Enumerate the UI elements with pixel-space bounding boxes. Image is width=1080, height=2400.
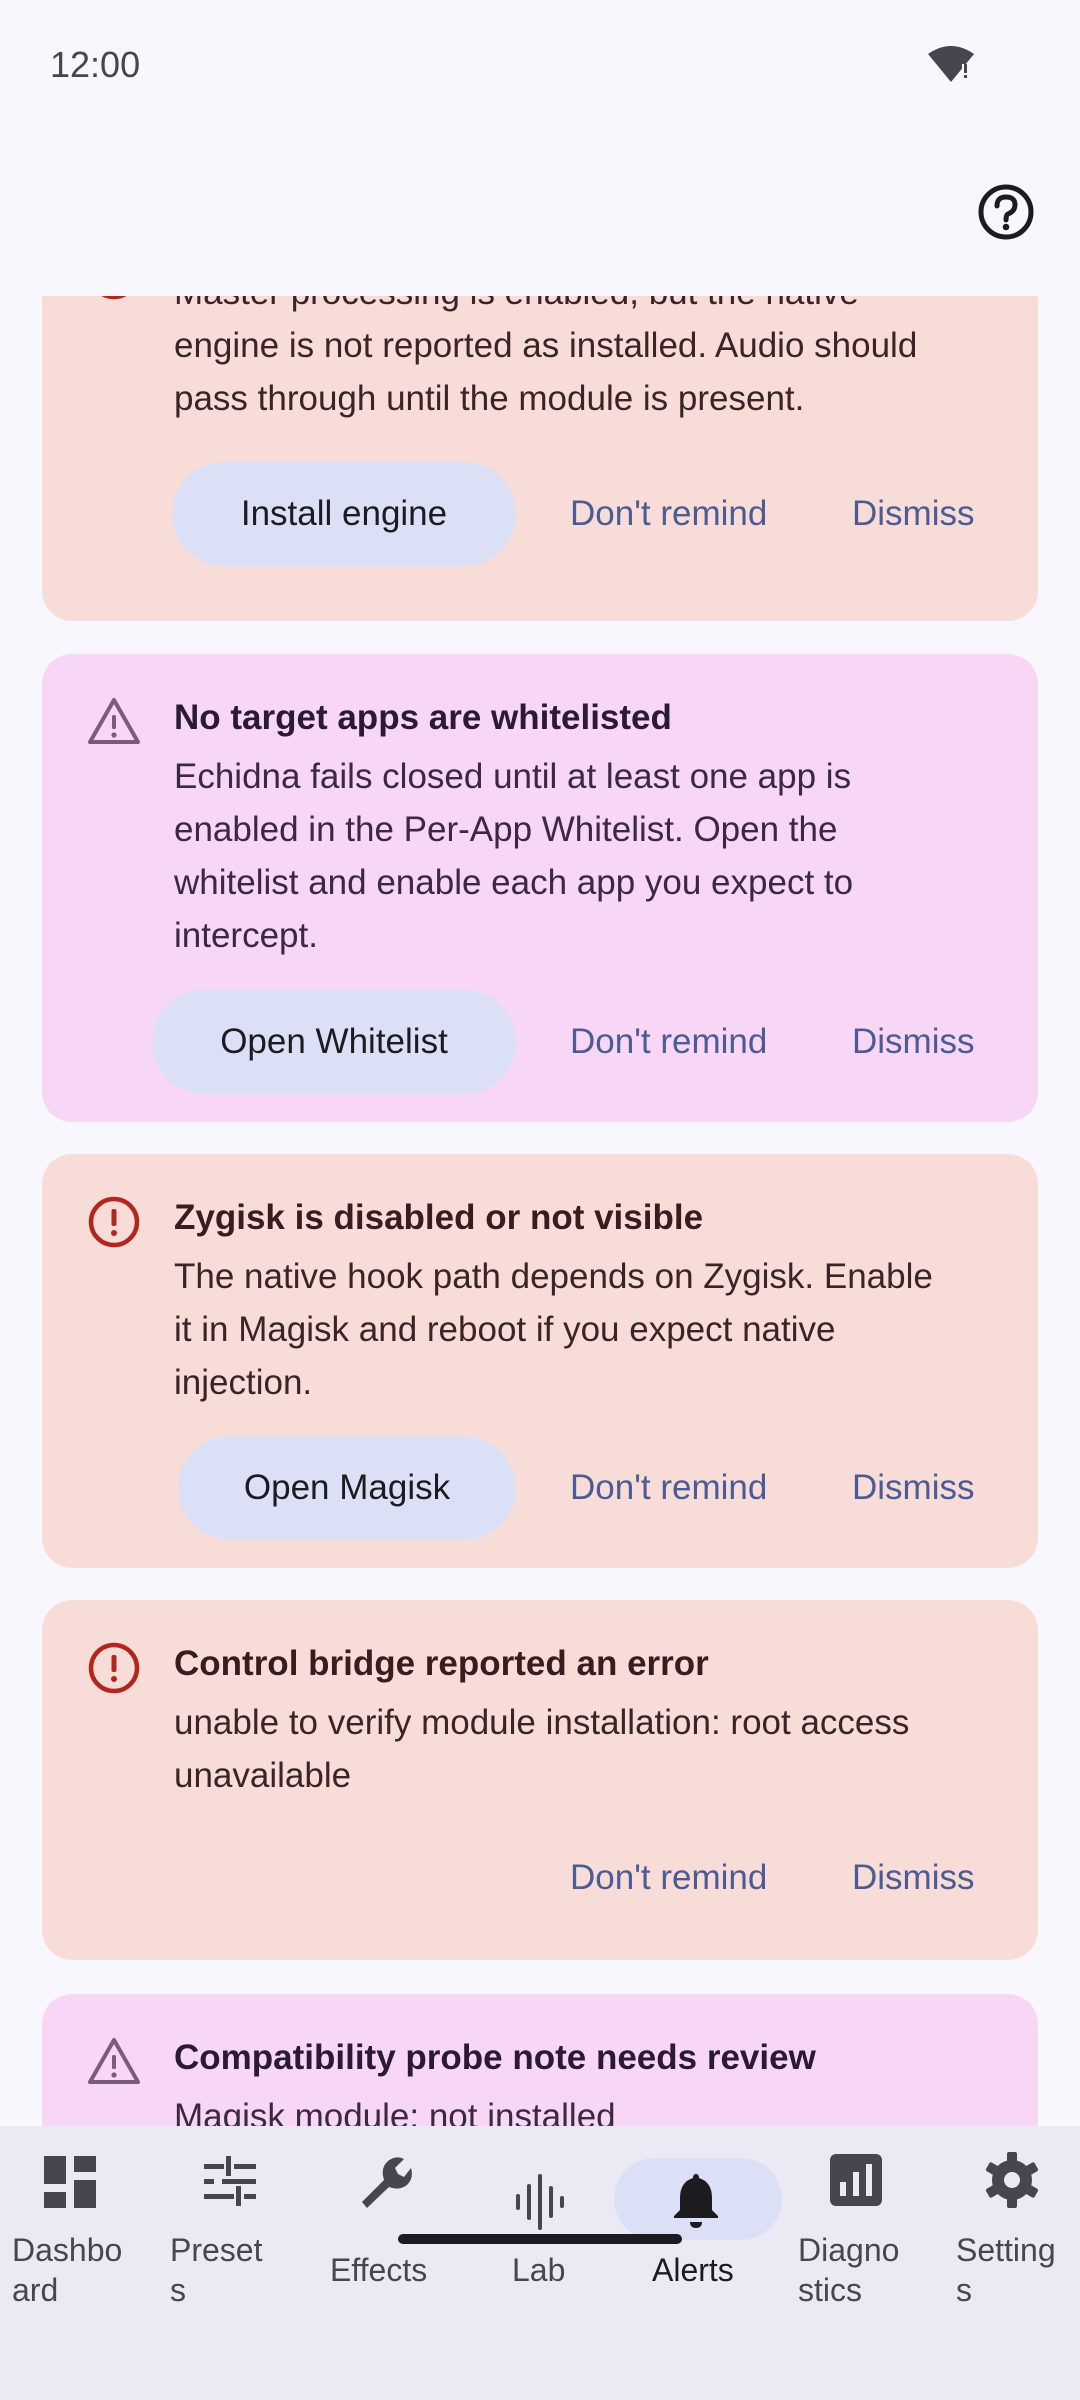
dont-remind-button[interactable]: Don't remind — [570, 1858, 767, 1898]
dont-remind-button[interactable]: Don't remind — [570, 1022, 767, 1062]
presets-sliders-icon — [204, 2156, 256, 2206]
gear-icon — [985, 2152, 1039, 2208]
alert-title: Zygisk is disabled or not visible — [174, 1198, 704, 1237]
dismiss-button[interactable]: Dismiss — [852, 1858, 974, 1898]
dismiss-button[interactable]: Dismiss — [852, 494, 974, 534]
home-indicator[interactable] — [398, 2234, 682, 2244]
alert-card-control-bridge: Control bridge reported an error unable … — [42, 1600, 1038, 1960]
warning-icon — [88, 698, 140, 744]
alert-card-engine-missing: Master processing is enabled, but the na… — [42, 296, 1038, 621]
warning-icon — [88, 2038, 140, 2084]
alert-title: No target apps are whitelisted — [174, 698, 672, 737]
wifi-icon — [928, 46, 974, 82]
nav-label: Diagno stics — [798, 2232, 900, 2308]
alert-card-zygisk: Zygisk is disabled or not visible The na… — [42, 1154, 1038, 1568]
nav-item-lab[interactable]: Lab — [462, 2126, 616, 2326]
help-icon[interactable] — [976, 182, 1036, 242]
dont-remind-button[interactable]: Don't remind — [570, 1468, 767, 1508]
nav-label: Lab — [512, 2252, 566, 2288]
nav-item-diagnostics[interactable]: Diagno stics — [770, 2126, 924, 2326]
alert-title: Compatibility probe note needs review — [174, 2038, 816, 2077]
alert-card-whitelist: No target apps are whitelisted Echidna f… — [42, 654, 1038, 1122]
open-whitelist-button[interactable]: Open Whitelist — [152, 990, 516, 1094]
nav-item-alerts[interactable]: Alerts — [616, 2126, 770, 2326]
error-icon — [101, 296, 127, 300]
alert-body: Magisk module: not installed — [174, 2097, 616, 2126]
alert-body: Master processing is enabled, but the na… — [174, 296, 918, 418]
nav-item-settings[interactable]: Setting s — [924, 2126, 1078, 2326]
bell-icon — [674, 2174, 718, 2228]
nav-label: Alerts — [652, 2252, 734, 2288]
bottom-navigation: Dashbo ard Preset s Effects Lab Alerts D… — [0, 2126, 1080, 2400]
status-bar: 12:00 — [0, 0, 1080, 130]
alert-body: Echidna fails closed until at least one … — [174, 757, 854, 955]
nav-label: Setting s — [956, 2232, 1056, 2308]
waveform-icon — [516, 2174, 564, 2230]
error-icon — [88, 1642, 140, 1694]
nav-label: Effects — [330, 2252, 428, 2288]
wrench-icon — [362, 2157, 412, 2208]
error-icon — [88, 1196, 140, 1248]
nav-item-presets[interactable]: Preset s — [154, 2126, 308, 2326]
alert-card-compat-probe: Compatibility probe note needs review Ma… — [42, 1994, 1038, 2126]
alert-body: The native hook path depends on Zygisk. … — [174, 1257, 933, 1402]
open-magisk-button[interactable]: Open Magisk — [178, 1436, 516, 1540]
nav-item-effects[interactable]: Effects — [308, 2126, 462, 2326]
dismiss-button[interactable]: Dismiss — [852, 1022, 974, 1062]
nav-label: Dashbo ard — [12, 2232, 123, 2308]
alert-title: Control bridge reported an error — [174, 1644, 709, 1683]
dismiss-button[interactable]: Dismiss — [852, 1468, 974, 1508]
bar-chart-icon — [830, 2154, 882, 2206]
alerts-list[interactable]: Master processing is enabled, but the na… — [0, 296, 1080, 2126]
nav-label: Preset s — [170, 2232, 263, 2308]
nav-item-dashboard[interactable]: Dashbo ard — [0, 2126, 154, 2326]
install-engine-button[interactable]: Install engine — [172, 462, 516, 566]
dashboard-icon — [44, 2156, 96, 2208]
dont-remind-button[interactable]: Don't remind — [570, 494, 767, 534]
status-time: 12:00 — [50, 44, 141, 85]
alert-body: unable to verify module installation: ro… — [174, 1703, 910, 1795]
